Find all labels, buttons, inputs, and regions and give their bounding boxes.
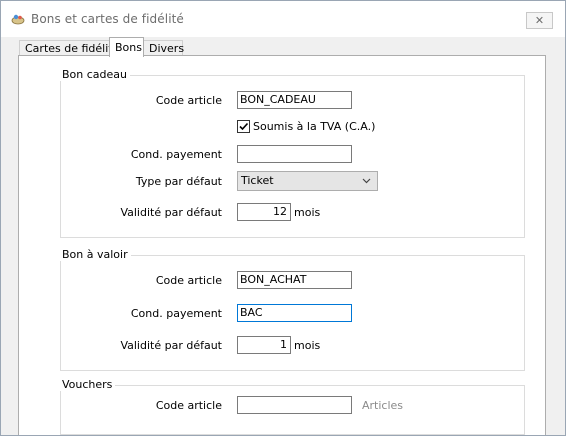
validite-unit: mois bbox=[294, 339, 321, 352]
bon-cadeau-cond-payement-input[interactable] bbox=[237, 145, 352, 163]
window-title: Bons et cartes de fidélité bbox=[31, 12, 184, 26]
code-article-label: Code article bbox=[155, 274, 222, 287]
bon-valoir-code-article-input[interactable]: BON_ACHAT bbox=[237, 271, 352, 289]
gift-card-icon bbox=[11, 12, 25, 26]
type-par-defaut-label: Type par défaut bbox=[135, 175, 222, 188]
group-legend: Bon à valoir bbox=[59, 248, 131, 261]
validite-label: Validité par défaut bbox=[120, 206, 222, 219]
bon-cadeau-validite-input[interactable]: 12 bbox=[237, 203, 291, 221]
code-article-label: Code article bbox=[155, 94, 222, 107]
tab-label: Cartes de fidélité bbox=[25, 42, 120, 55]
dialog-window: Bons et cartes de fidélité ✕ Cartes de f… bbox=[0, 0, 566, 436]
type-par-defaut-select[interactable]: Ticket bbox=[237, 171, 378, 191]
tab-label: Bons bbox=[115, 41, 142, 54]
close-button[interactable]: ✕ bbox=[526, 12, 553, 29]
bon-valoir-validite-input[interactable]: 1 bbox=[237, 336, 291, 354]
validite-label: Validité par défaut bbox=[120, 339, 222, 352]
group-legend: Vouchers bbox=[59, 378, 116, 391]
tva-checkbox[interactable] bbox=[237, 120, 250, 133]
group-legend: Bon cadeau bbox=[59, 68, 130, 81]
tva-checkbox-label: Soumis à la TVA (C.A.) bbox=[253, 120, 376, 133]
cond-payement-label: Cond. payement bbox=[130, 148, 222, 161]
tab-bons[interactable]: Bons bbox=[109, 37, 144, 57]
cond-payement-label: Cond. payement bbox=[130, 307, 222, 320]
tab-divers[interactable]: Divers bbox=[143, 40, 185, 56]
bon-cadeau-code-article-input[interactable]: BON_CADEAU bbox=[237, 91, 352, 109]
tab-label: Divers bbox=[149, 42, 185, 55]
validite-unit: mois bbox=[294, 206, 321, 219]
vouchers-code-article-input[interactable] bbox=[237, 396, 352, 414]
select-value: Ticket bbox=[241, 174, 274, 187]
close-icon: ✕ bbox=[534, 14, 545, 27]
title-bar: Bons et cartes de fidélité ✕ bbox=[1, 1, 565, 37]
tab-cartes-fidelite[interactable]: Cartes de fidélité bbox=[19, 40, 119, 56]
articles-link[interactable]: Articles bbox=[362, 399, 403, 412]
bon-valoir-cond-payement-input[interactable]: BAC bbox=[237, 304, 352, 322]
tab-panel-bons: Bon cadeau Code article BON_CADEAU Soumi… bbox=[18, 55, 546, 435]
checkmark-icon bbox=[239, 122, 249, 131]
code-article-label: Code article bbox=[155, 399, 222, 412]
chevron-down-icon bbox=[362, 178, 371, 184]
